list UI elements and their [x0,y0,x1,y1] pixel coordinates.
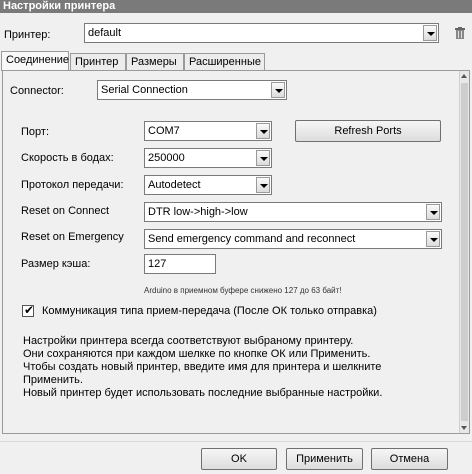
baud-rate-label: Скорость в бодах: [21,152,114,164]
info-line: Новый принтер будет использовать последн… [23,387,383,399]
ok-button[interactable]: OK [201,448,277,470]
tab-dimensions[interactable]: Размеры [126,53,184,70]
trash-icon[interactable] [455,27,465,39]
port-select-value: COM7 [148,125,180,137]
cache-size-input[interactable]: 127 [144,254,216,274]
scroll-up-icon[interactable] [460,71,469,81]
printer-select[interactable]: default [84,23,439,43]
tab-scrollbar[interactable] [459,71,469,433]
protocol-select[interactable]: Autodetect [144,175,272,195]
port-select[interactable]: COM7 [144,121,272,141]
checkmark-icon: ✔ [24,303,35,317]
chevron-down-icon[interactable] [423,25,437,41]
protocol-label: Протокол передачи: [21,179,124,191]
tab-connection[interactable]: Соединение [1,51,69,71]
connection-tab-page: Connector: Serial Connection Порт: COM7 … [2,70,470,434]
baud-rate-value: 250000 [148,152,185,164]
pingpong-checkbox[interactable]: ✔ [22,303,35,317]
refresh-ports-button[interactable]: Refresh Ports [295,120,441,142]
reset-on-connect-value: DTR low->high->low [148,206,248,218]
reset-on-emergency-label: Reset on Emergency [21,231,124,243]
chevron-down-icon[interactable] [256,177,270,193]
tab-advanced[interactable]: Расширенные [184,53,265,70]
pingpong-label: Коммуникация типа прием-передача (После … [42,305,377,317]
info-line: Чтобы создать новый принтер, введите имя… [23,361,382,373]
cache-size-label: Размер кэша: [21,258,91,270]
info-text: Настройки принтера всегда соответствуют … [23,335,382,400]
port-label: Порт: [21,126,49,138]
protocol-value: Autodetect [148,179,201,191]
info-line: Применить. [23,374,83,386]
baud-rate-select[interactable]: 250000 [144,148,272,168]
reset-on-emergency-value: Send emergency command and reconnect [148,233,356,245]
apply-button[interactable]: Применить [286,448,363,470]
connector-label: Connector: [10,85,64,97]
scroll-down-icon[interactable] [460,423,469,433]
scroll-thumb[interactable] [461,83,468,421]
reset-on-connect-label: Reset on Connect [21,205,110,217]
chevron-down-icon[interactable] [256,123,270,139]
printer-label: Принтер: [4,29,51,41]
info-line: Настройки принтера всегда соответствуют … [23,335,354,347]
reset-on-connect-select[interactable]: DTR low->high->low [144,202,442,222]
chevron-down-icon[interactable] [426,231,440,247]
connector-select[interactable]: Serial Connection [97,80,287,100]
connector-select-value: Serial Connection [101,84,188,96]
info-line: Они сохраняются при каждом шелкке по кно… [23,348,371,360]
cancel-button[interactable]: Отмена [371,448,448,470]
tab-printer[interactable]: Принтер [70,53,126,70]
dialog-button-bar: OK Применить Отмена [0,441,472,474]
chevron-down-icon[interactable] [426,204,440,220]
chevron-down-icon[interactable] [256,150,270,166]
window-title: Настройки принтера [0,0,472,13]
reset-on-emergency-select[interactable]: Send emergency command and reconnect [144,229,442,249]
printer-settings-dialog: Принтер: default Соединение Принтер Разм… [0,13,472,474]
printer-select-value: default [88,27,122,39]
cache-note: Arduino в приемном буфере снижено 127 до… [144,286,342,295]
chevron-down-icon[interactable] [271,82,285,98]
